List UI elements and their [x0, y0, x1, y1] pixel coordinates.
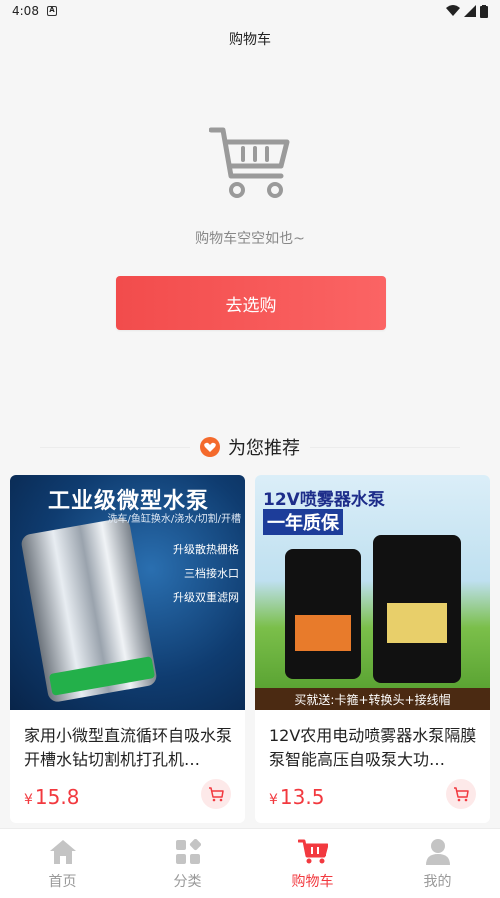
- cart-icon: [454, 786, 469, 801]
- bottom-tab-bar: 首页 分类 购物车 我的: [0, 828, 500, 898]
- pump-label-left: [295, 615, 351, 651]
- status-icons: [446, 4, 488, 18]
- cart-icon: [297, 837, 328, 867]
- currency-symbol: ¥: [24, 792, 33, 808]
- tab-home[interactable]: 首页: [0, 829, 125, 898]
- image-subtitle: 洗车/鱼缸换水/浇水/切割/开槽: [107, 514, 241, 525]
- product-price: ¥13.5: [269, 785, 324, 809]
- currency-symbol: ¥: [269, 792, 278, 808]
- heart-icon: [200, 437, 220, 457]
- product-image[interactable]: 12V喷雾器水泵 一年质保 买就送:卡箍+转换头+接线帽: [255, 475, 490, 710]
- product-image[interactable]: 工业级微型水泵 洗车/鱼缸换水/浇水/切割/开槽 升级散热栅格 三档接水口 升级…: [10, 475, 245, 710]
- cart-icon: [209, 127, 290, 198]
- home-icon: [48, 837, 78, 867]
- notification-icon: A: [46, 6, 57, 16]
- divider-right: [310, 446, 460, 448]
- go-shopping-button[interactable]: 去选购: [116, 276, 386, 330]
- tab-label: 购物车: [291, 873, 334, 890]
- image-feature: 三档接水口: [184, 567, 239, 580]
- image-headline: 12V喷雾器水泵: [263, 490, 385, 510]
- pump-label-right: [387, 603, 447, 643]
- tab-label: 分类: [173, 873, 202, 890]
- empty-cart-state: 购物车空空如也~: [0, 124, 500, 248]
- tab-label: 首页: [48, 873, 77, 890]
- image-feature: 升级双重滤网: [173, 591, 239, 604]
- tab-profile[interactable]: 我的: [375, 829, 500, 898]
- add-to-cart-button[interactable]: [201, 779, 231, 809]
- divider-left: [40, 446, 190, 448]
- tab-cart[interactable]: 购物车: [250, 829, 375, 898]
- category-icon: [173, 837, 203, 867]
- image-feature: 升级散热栅格: [173, 543, 239, 556]
- empty-cart-message: 购物车空空如也~: [195, 231, 305, 247]
- product-card[interactable]: 12V喷雾器水泵 一年质保 买就送:卡箍+转换头+接线帽 12V农用电动喷雾器水…: [255, 475, 490, 823]
- signal-icon: [464, 5, 476, 17]
- add-to-cart-button[interactable]: [446, 779, 476, 809]
- price-value: 13.5: [279, 785, 325, 809]
- pump-image-left: [285, 549, 361, 679]
- recommend-header: 为您推荐: [0, 434, 500, 460]
- wifi-icon: [446, 5, 460, 16]
- recommend-title: 为您推荐: [228, 438, 300, 459]
- price-value: 15.8: [34, 785, 80, 809]
- profile-icon: [423, 837, 453, 867]
- image-subheadline: 一年质保: [263, 509, 343, 535]
- product-name[interactable]: 12V农用电动喷雾器水泵隔膜泵智能高压自吸泵大功…: [269, 724, 478, 772]
- cart-icon: [209, 786, 224, 801]
- tab-label: 我的: [423, 873, 452, 890]
- page-title: 购物车: [229, 32, 271, 48]
- product-name[interactable]: 家用小微型直流循环自吸水泵开槽水钻切割机打孔机…: [24, 724, 233, 772]
- tab-category[interactable]: 分类: [125, 829, 250, 898]
- status-time: 4:08: [12, 4, 39, 18]
- battery-icon: [480, 4, 488, 18]
- status-bar: 4:08 A: [0, 0, 500, 22]
- product-card[interactable]: 工业级微型水泵 洗车/鱼缸换水/浇水/切割/开槽 升级散热栅格 三档接水口 升级…: [10, 475, 245, 823]
- image-promo-banner: 买就送:卡箍+转换头+接线帽: [255, 688, 490, 710]
- product-price: ¥15.8: [24, 785, 79, 809]
